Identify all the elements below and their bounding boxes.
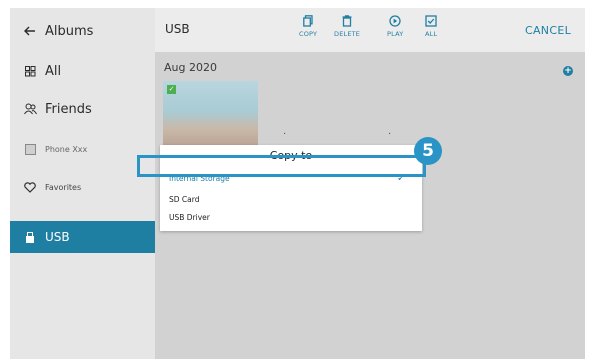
trash-icon: [342, 15, 352, 27]
option-sd-card[interactable]: SD Card: [169, 195, 199, 204]
sidebar-item-label: Friends: [45, 101, 92, 117]
placeholder-dot: ·: [388, 129, 392, 140]
selected-check-icon: ✓: [167, 85, 176, 94]
app-frame: Albums All Friends Phone Xxx Favorites U…: [10, 8, 585, 359]
sidebar-item-friends[interactable]: Friends: [10, 98, 155, 120]
back-to-albums[interactable]: Albums: [10, 20, 155, 42]
copy-label: COPY: [299, 30, 318, 38]
option-usb-driver[interactable]: USB Driver: [169, 213, 210, 222]
cancel-button[interactable]: CANCEL: [525, 24, 571, 37]
top-bar: USB COPY DELETE PLAY ALL CANCEL: [155, 8, 585, 52]
grid-icon: [22, 65, 38, 77]
play-icon: [389, 15, 401, 27]
placeholder-dot: ·: [283, 129, 287, 140]
sidebar-item-label: USB: [45, 230, 70, 244]
select-all-label: ALL: [425, 30, 438, 38]
highlight-frame: [137, 155, 426, 177]
delete-label: DELETE: [334, 30, 361, 38]
sidebar-item-all[interactable]: All: [10, 60, 155, 82]
copy-button[interactable]: COPY: [299, 15, 317, 38]
select-all-icon: [425, 15, 437, 27]
delete-button[interactable]: DELETE: [334, 15, 360, 38]
phone-square-icon: [22, 143, 38, 155]
back-label: Albums: [45, 23, 94, 39]
sidebar: Albums All Friends Phone Xxx Favorites U…: [10, 8, 155, 359]
sidebar-item-favorites[interactable]: Favorites: [10, 176, 155, 198]
photo-thumbnail[interactable]: ✓: [163, 81, 258, 149]
sidebar-item-label: Phone Xxx: [45, 144, 88, 154]
sidebar-item-label: Favorites: [45, 182, 82, 192]
sidebar-item-usb[interactable]: USB: [10, 221, 155, 253]
copy-icon: [303, 15, 313, 27]
step-number-badge: 5: [414, 137, 442, 165]
page-title: USB: [165, 22, 190, 36]
play-button[interactable]: PLAY: [387, 15, 403, 38]
sidebar-item-phone[interactable]: Phone Xxx: [10, 138, 155, 160]
date-group-label: Aug 2020: [164, 61, 217, 74]
heart-icon: [22, 181, 38, 193]
select-all-button[interactable]: ALL: [425, 15, 437, 38]
sidebar-item-label: All: [45, 63, 62, 79]
play-label: PLAY: [387, 30, 404, 38]
arrow-left-icon: [22, 26, 38, 36]
add-icon[interactable]: +: [563, 66, 573, 76]
usb-icon: [22, 231, 38, 243]
people-icon: [22, 103, 38, 115]
